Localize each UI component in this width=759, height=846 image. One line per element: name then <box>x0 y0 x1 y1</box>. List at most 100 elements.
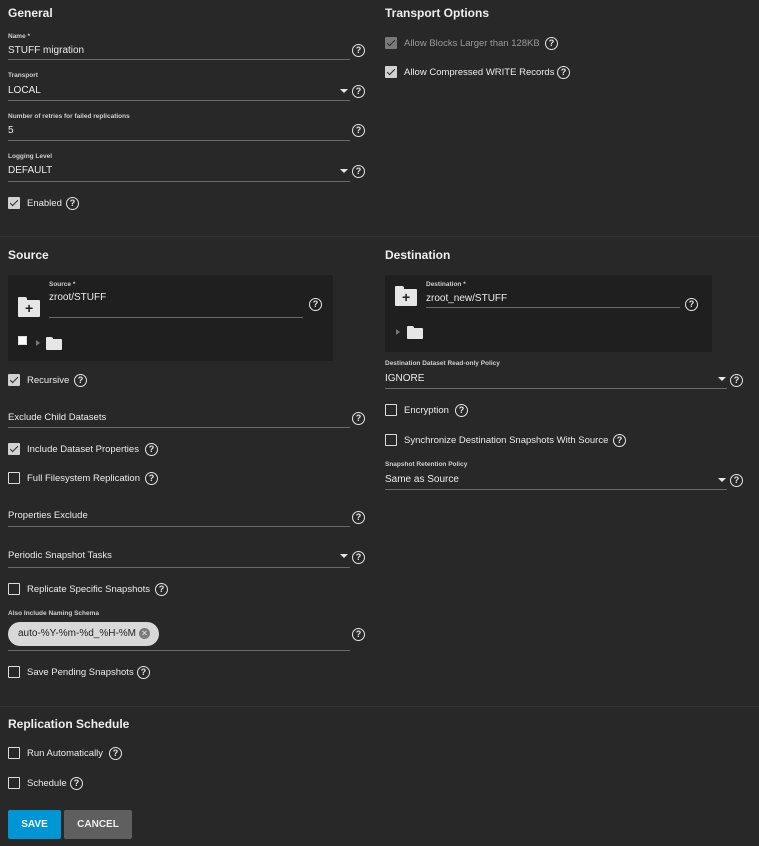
transport-select[interactable]: LOCAL <box>8 85 41 96</box>
transport-underline <box>8 100 350 101</box>
retention-chevron-down-icon[interactable] <box>718 478 726 482</box>
readonly-help-icon[interactable]: ? <box>730 374 743 387</box>
compressed-checkbox[interactable] <box>385 66 397 78</box>
cancel-button[interactable]: CANCEL <box>64 810 132 839</box>
schedule-divider <box>0 706 759 707</box>
enabled-help-icon[interactable]: ? <box>66 197 79 210</box>
compressed-label: Allow Compressed WRITE Records <box>404 67 555 78</box>
large-blocks-help-icon[interactable]: ? <box>545 37 558 50</box>
name-input[interactable]: STUFF migration <box>8 45 350 56</box>
recursive-checkbox[interactable] <box>8 374 20 386</box>
periodic-help-icon[interactable]: ? <box>352 551 365 564</box>
chip-close-icon[interactable]: × <box>139 628 150 639</box>
transport-label: Transport <box>8 72 38 79</box>
general-heading: General <box>8 6 53 20</box>
encryption-label: Encryption <box>404 405 449 416</box>
recursive-help-icon[interactable]: ? <box>74 374 87 387</box>
naming-schema-underline <box>8 650 350 651</box>
logging-select[interactable]: DEFAULT <box>8 165 52 176</box>
source-underline <box>49 317 303 318</box>
full-fs-help-icon[interactable]: ? <box>145 472 158 485</box>
sync-snapshots-checkbox[interactable] <box>385 434 397 446</box>
retention-help-icon[interactable]: ? <box>730 474 743 487</box>
sync-snapshots-label: Synchronize Destination Snapshots With S… <box>404 435 609 446</box>
save-pending-label: Save Pending Snapshots <box>27 667 134 678</box>
retries-label: Number of retries for failed replication… <box>8 113 130 120</box>
readonly-policy-select[interactable]: IGNORE <box>385 373 424 384</box>
include-props-help-icon[interactable]: ? <box>145 443 158 456</box>
source-help-icon[interactable]: ? <box>309 298 322 311</box>
source-heading: Source <box>8 248 49 262</box>
encryption-checkbox[interactable] <box>385 404 397 416</box>
naming-schema-chip[interactable]: auto-%Y-%m-%d_%H-%M × <box>8 622 159 646</box>
exclude-child-underline <box>8 427 350 428</box>
readonly-underline <box>385 388 727 389</box>
include-props-label: Include Dataset Properties <box>27 444 139 455</box>
source-field-label: Source * <box>49 281 76 288</box>
destination-tree-folder-icon <box>407 326 423 339</box>
schedule-checkbox[interactable] <box>8 777 20 789</box>
save-button[interactable]: SAVE <box>8 810 61 839</box>
destination-folder-plus-icon[interactable]: + <box>395 286 417 306</box>
schedule-label: Schedule <box>27 778 67 789</box>
destination-input[interactable]: zroot_new/STUFF <box>426 293 507 304</box>
retries-underline <box>8 140 350 141</box>
readonly-policy-label: Destination Dataset Read-only Policy <box>385 360 500 367</box>
naming-schema-label: Also Include Naming Schema <box>8 610 100 617</box>
exclude-child-help-icon[interactable]: ? <box>352 412 365 425</box>
schedule-help-icon[interactable]: ? <box>70 777 83 790</box>
logging-underline <box>8 181 350 182</box>
retries-input[interactable]: 5 <box>8 125 14 136</box>
large-blocks-label: Allow Blocks Larger than 128KB <box>404 38 540 49</box>
replicate-specific-label: Replicate Specific Snapshots <box>27 584 151 595</box>
destination-heading: Destination <box>385 248 451 262</box>
replicate-specific-checkbox[interactable] <box>8 583 20 595</box>
replicate-specific-help-icon[interactable]: ? <box>155 583 168 596</box>
destination-explorer-panel: + Destination * zroot_new/STUFF ? <box>385 275 712 352</box>
destination-tree-expand-icon[interactable] <box>396 329 400 335</box>
retries-help-icon[interactable]: ? <box>352 124 365 137</box>
exclude-child-input[interactable]: Exclude Child Datasets <box>8 412 106 423</box>
source-tree-folder-icon <box>46 337 62 350</box>
retention-policy-select[interactable]: Same as Source <box>385 474 459 485</box>
naming-schema-help-icon[interactable]: ? <box>352 628 365 641</box>
enabled-label: Enabled <box>27 198 62 209</box>
transport-chevron-down-icon[interactable] <box>340 89 348 93</box>
full-fs-checkbox[interactable] <box>8 472 20 484</box>
destination-underline <box>426 307 680 308</box>
transport-options-heading: Transport Options <box>385 6 490 20</box>
encryption-help-icon[interactable]: ? <box>455 404 468 417</box>
periodic-select[interactable]: Periodic Snapshot Tasks <box>8 550 112 561</box>
periodic-chevron-down-icon[interactable] <box>340 554 348 558</box>
props-exclude-help-icon[interactable]: ? <box>352 511 365 524</box>
recursive-label: Recursive <box>27 375 70 386</box>
destination-help-icon[interactable]: ? <box>685 298 698 311</box>
source-tree-checkbox[interactable] <box>18 336 27 345</box>
name-underline <box>8 59 350 60</box>
include-props-checkbox[interactable] <box>8 443 20 455</box>
enabled-checkbox[interactable] <box>8 197 20 209</box>
sync-snapshots-help-icon[interactable]: ? <box>613 434 626 447</box>
schedule-heading: Replication Schedule <box>8 717 130 731</box>
source-input[interactable]: zroot/STUFF <box>49 292 106 303</box>
save-pending-checkbox[interactable] <box>8 666 20 678</box>
run-automatically-label: Run Automatically <box>27 748 104 759</box>
readonly-chevron-down-icon[interactable] <box>718 377 726 381</box>
source-tree-expand-icon[interactable] <box>36 340 40 346</box>
save-pending-help-icon[interactable]: ? <box>137 666 150 679</box>
name-help-icon[interactable]: ? <box>352 44 365 57</box>
source-folder-plus-icon[interactable]: + <box>18 297 40 317</box>
section-divider <box>0 236 759 237</box>
logging-help-icon[interactable]: ? <box>352 165 365 178</box>
transport-help-icon[interactable]: ? <box>352 85 365 98</box>
logging-chevron-down-icon[interactable] <box>340 169 348 173</box>
logging-label: Logging Level <box>8 153 53 160</box>
destination-field-label: Destination * <box>426 281 466 288</box>
compressed-help-icon[interactable]: ? <box>557 66 570 79</box>
props-exclude-underline <box>8 526 350 527</box>
run-automatically-help-icon[interactable]: ? <box>109 747 122 760</box>
retention-underline <box>385 489 727 490</box>
run-automatically-checkbox[interactable] <box>8 747 20 759</box>
props-exclude-input[interactable]: Properties Exclude <box>8 510 88 521</box>
naming-schema-chip-text: auto-%Y-%m-%d_%H-%M <box>18 628 136 639</box>
